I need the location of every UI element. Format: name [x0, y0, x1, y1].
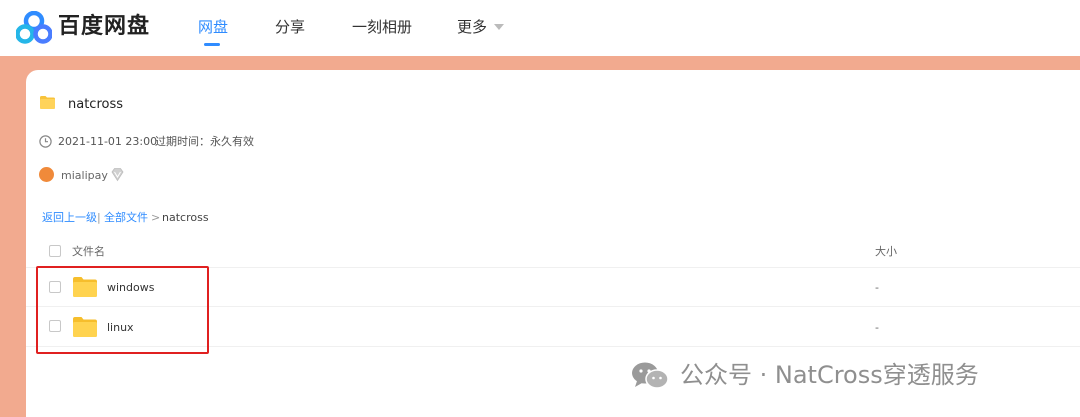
file-size: -	[875, 321, 879, 334]
share-title: natcross	[68, 97, 124, 112]
share-username[interactable]: mialipay	[61, 168, 108, 183]
nav-tab-more[interactable]: 更多	[457, 16, 487, 38]
nav-tab-share[interactable]: 分享	[275, 16, 305, 38]
wechat-icon	[632, 362, 669, 389]
vip-diamond-icon	[111, 168, 124, 182]
breadcrumb-separator: |	[97, 211, 101, 224]
avatar[interactable]	[39, 167, 54, 182]
nav-tab-moment-album[interactable]: 一刻相册	[352, 16, 412, 38]
share-date: 2021-11-01 23:00	[58, 135, 158, 148]
select-all-checkbox[interactable]	[49, 245, 61, 257]
brand-name[interactable]: 百度网盘	[58, 12, 150, 42]
file-size: -	[875, 281, 879, 294]
nav-tab-netdisk[interactable]: 网盘	[198, 16, 228, 38]
watermark-text: 公众号 · NatCross穿透服务	[680, 361, 979, 389]
baidu-netdisk-logo-icon[interactable]	[16, 11, 52, 45]
chevron-down-icon[interactable]	[494, 24, 504, 30]
highlight-annotation-box	[36, 266, 209, 354]
active-tab-indicator	[204, 43, 220, 46]
breadcrumb-all-files-link[interactable]: 全部文件	[104, 210, 148, 225]
folder-icon	[40, 96, 55, 109]
top-navbar: 百度网盘 网盘 分享 一刻相册 更多	[0, 0, 1080, 56]
column-header-size[interactable]: 大小	[875, 244, 897, 259]
breadcrumb-back-link[interactable]: 返回上一级	[42, 210, 97, 225]
column-header-name[interactable]: 文件名	[72, 244, 105, 259]
share-expire: 过期时间：永久有效	[155, 135, 254, 148]
clock-icon	[39, 135, 52, 148]
breadcrumb-current: natcross	[162, 211, 209, 224]
breadcrumb-arrow: >	[151, 211, 161, 224]
